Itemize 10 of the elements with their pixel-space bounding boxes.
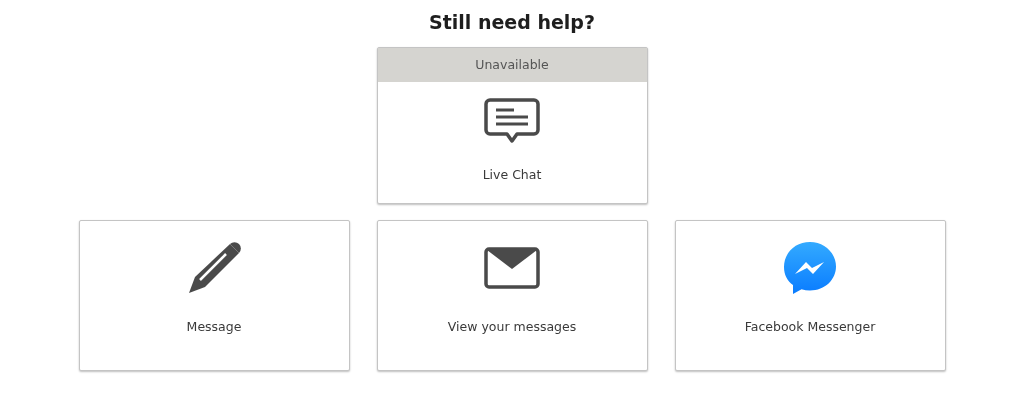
pencil-icon	[186, 240, 242, 296]
messenger-icon	[782, 240, 838, 296]
chat-bubble-icon	[484, 98, 540, 146]
page-heading: Still need help?	[428, 10, 596, 35]
contact-option[interactable]: View your messages	[376, 220, 648, 371]
contact-option[interactable]: Unavailable Live Chat	[376, 47, 648, 204]
envelope-icon	[484, 247, 540, 289]
status-banner: Unavailable	[377, 48, 647, 82]
contact-option[interactable]: Message	[78, 220, 350, 371]
contact-option[interactable]: Facebook Messenger	[674, 220, 946, 371]
